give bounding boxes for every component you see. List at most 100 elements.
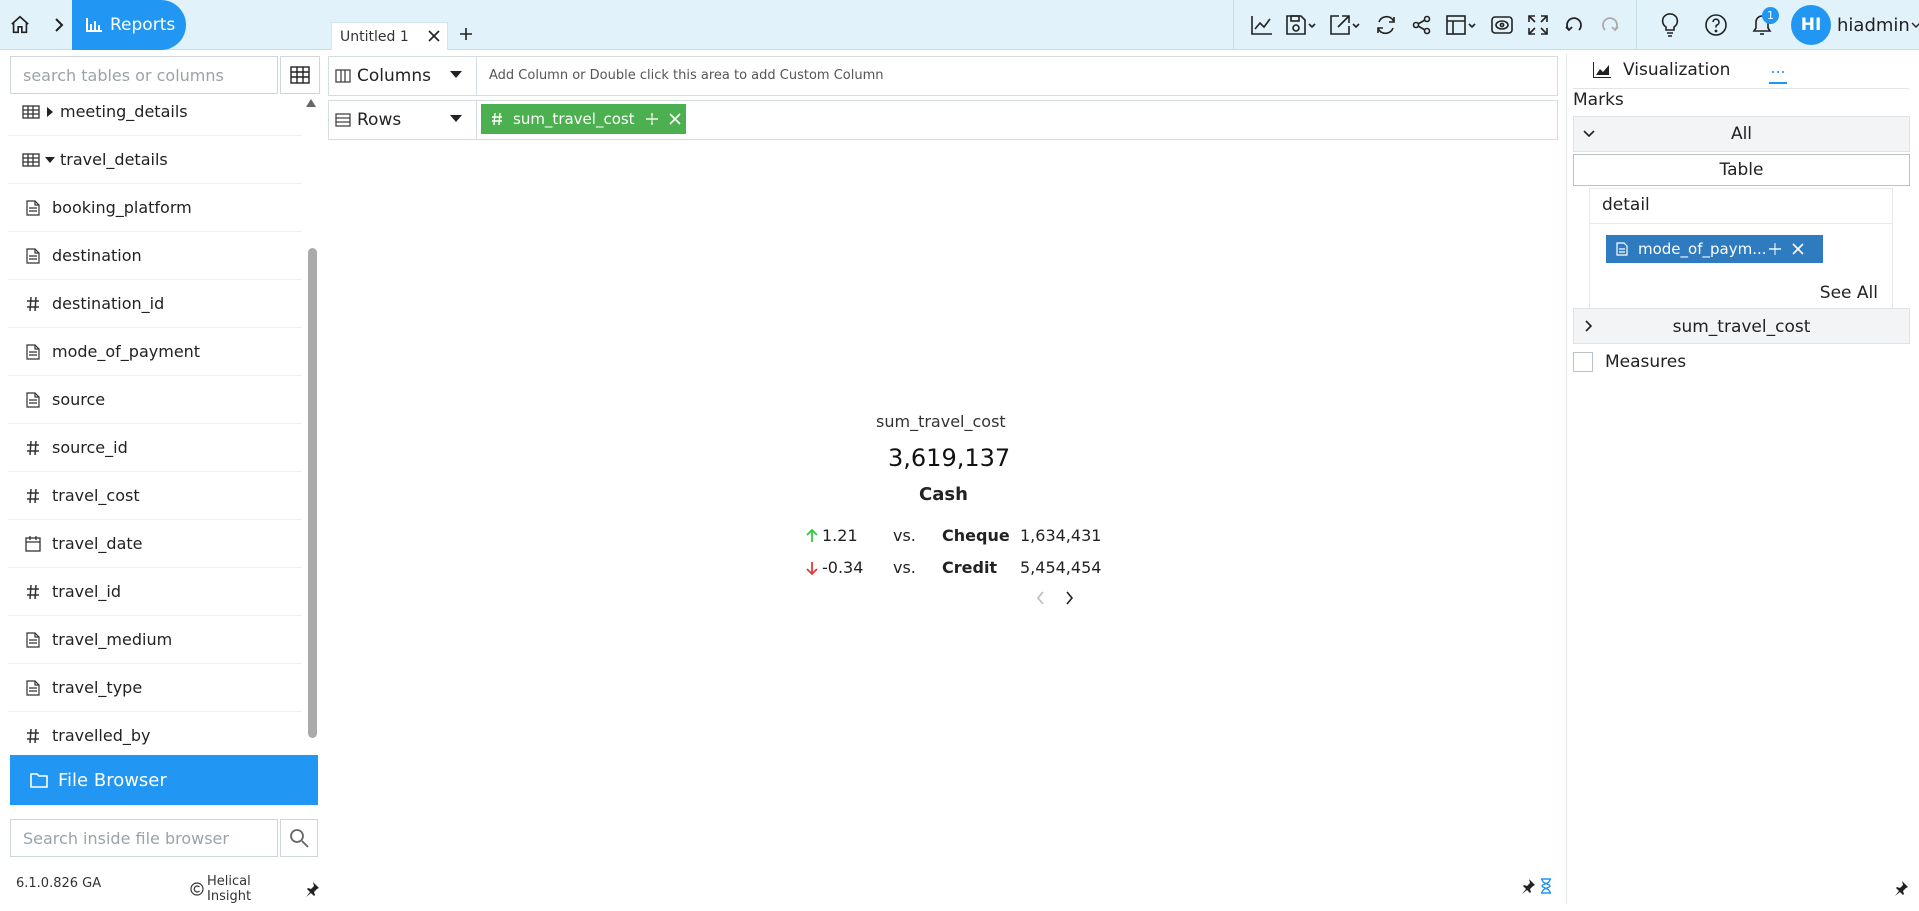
tab-title: Untitled 1 <box>340 28 409 45</box>
redo-icon[interactable] <box>1592 7 1628 43</box>
tree-item-mode-of-payment[interactable]: mode_of_payment <box>8 328 302 376</box>
tree-item-travel-medium[interactable]: travel_medium <box>8 616 302 664</box>
data-panel: meeting_details travel_details booking_pla… <box>8 56 320 904</box>
caret-right-icon[interactable] <box>44 106 56 117</box>
add-tab-icon[interactable] <box>456 22 476 46</box>
tree-item-travel-cost[interactable]: travel_cost <box>8 472 302 520</box>
tab-untitled-1[interactable]: Untitled 1 <box>331 22 448 50</box>
reports-label: Reports <box>110 15 176 35</box>
caret-down-icon[interactable] <box>450 71 462 79</box>
comparison-value: 1,634,431 <box>1020 526 1102 545</box>
top-bar: Reports Untitled 1 1 HI hiadmin <box>0 0 1919 50</box>
tab-visualization[interactable]: Visualization <box>1593 60 1730 80</box>
tree-item-label: travelled_by <box>52 726 151 745</box>
detail-divider <box>1590 223 1892 224</box>
export-icon[interactable] <box>1324 7 1368 43</box>
reports-breadcrumb[interactable]: Reports <box>72 0 186 50</box>
mark-type-select[interactable]: Table <box>1573 154 1910 186</box>
table-icon <box>20 152 42 167</box>
tree-item-travel-date[interactable]: travel_date <box>8 520 302 568</box>
user-menu[interactable]: hiadmin <box>1837 15 1919 36</box>
layout-icon[interactable] <box>1440 7 1484 43</box>
scrollbar-thumb[interactable] <box>308 248 317 738</box>
area-chart-icon <box>1593 62 1611 78</box>
marks-all-section[interactable]: All <box>1573 116 1910 152</box>
tree-item-source[interactable]: source <box>8 376 302 424</box>
avatar[interactable]: HI <box>1791 5 1831 45</box>
see-all-link[interactable]: See All <box>1820 283 1878 303</box>
version-label: 6.1.0.826 GA <box>16 876 102 891</box>
lightbulb-icon[interactable] <box>1647 5 1693 45</box>
visualization-panel: Visualization ... Marks All Table detail… <box>1566 54 1916 904</box>
comparison-row: -0.34 vs. Credit 5,454,454 <box>805 558 1101 580</box>
breadcrumb-chevron-icon <box>44 3 74 47</box>
pin-icon[interactable] <box>304 881 320 897</box>
pin-icon[interactable] <box>1893 880 1909 896</box>
comparison-vs: vs. <box>893 526 916 545</box>
marks-sum-travel-cost-section[interactable]: sum_travel_cost <box>1573 308 1910 344</box>
caret-down-icon[interactable] <box>44 156 56 164</box>
tree-item-travel-id[interactable]: travel_id <box>8 568 302 616</box>
divide-icon[interactable] <box>645 112 659 126</box>
home-icon[interactable] <box>2 3 38 47</box>
text-icon <box>22 247 44 264</box>
hash-icon <box>22 296 44 312</box>
chevron-left-icon[interactable] <box>1035 590 1047 606</box>
file-browser-label: File Browser <box>58 769 167 791</box>
pin-icon[interactable] <box>1520 878 1536 894</box>
marks-all-label: All <box>1730 124 1753 144</box>
visualization-label: Visualization <box>1623 60 1731 80</box>
tree-item-label: travel_date <box>52 534 143 553</box>
tree-item-source-id[interactable]: source_id <box>8 424 302 472</box>
tree-item-travelled-by[interactable]: travelled_by <box>8 712 302 760</box>
canvas-footer-icons <box>1520 878 1552 894</box>
tree-item-meeting-details[interactable]: meeting_details <box>8 94 302 136</box>
search-tables-input[interactable] <box>10 56 278 94</box>
detail-card[interactable]: detail mode_of_paym... See All <box>1589 188 1893 326</box>
measures-checkbox[interactable] <box>1573 352 1593 372</box>
text-icon <box>22 391 44 408</box>
chart-icon[interactable] <box>1244 7 1280 43</box>
detail-field-pill[interactable]: mode_of_paym... <box>1606 235 1823 263</box>
row-field-pill[interactable]: sum_travel_cost <box>481 104 686 134</box>
tab-more[interactable]: ... <box>1769 58 1787 84</box>
tree-item-travel-details[interactable]: travel_details <box>8 136 302 184</box>
file-browser-button[interactable]: File Browser <box>10 755 318 805</box>
columns-icon <box>335 69 351 83</box>
kpi-label: sum_travel_cost <box>876 412 1006 431</box>
close-icon[interactable] <box>669 113 681 125</box>
preview-icon[interactable] <box>1484 7 1520 43</box>
columns-shelf[interactable]: Columns Add Column or Double click this … <box>328 56 1558 96</box>
tree-scrollbar[interactable] <box>304 98 318 808</box>
tree-item-destination[interactable]: destination <box>8 232 302 280</box>
folder-icon <box>30 772 48 788</box>
search-icon[interactable] <box>280 819 318 857</box>
tree-item-label: meeting_details <box>60 102 188 121</box>
tree-item-label: mode_of_payment <box>52 342 201 361</box>
kpi-pager <box>1035 590 1075 606</box>
measures-toggle[interactable]: Measures <box>1573 352 1686 372</box>
close-icon[interactable] <box>1792 243 1804 255</box>
table-tree: meeting_details travel_details booking_pla… <box>8 94 302 808</box>
tree-item-destination-id[interactable]: destination_id <box>8 280 302 328</box>
tree-item-label: travel_medium <box>52 630 173 649</box>
rows-shelf[interactable]: Rows sum_travel_cost <box>328 100 1558 140</box>
comparison-delta: -0.34 <box>822 558 864 577</box>
tree-item-label: travel_details <box>60 150 168 169</box>
table-grid-icon[interactable] <box>280 56 320 94</box>
caret-down-icon[interactable] <box>450 115 462 123</box>
refresh-icon[interactable] <box>1368 7 1404 43</box>
share-icon[interactable] <box>1404 7 1440 43</box>
help-icon[interactable] <box>1693 5 1739 45</box>
tree-item-travel-type[interactable]: travel_type <box>8 664 302 712</box>
file-browser-search-input[interactable] <box>10 819 278 857</box>
notifications-icon[interactable]: 1 <box>1739 5 1785 45</box>
fullscreen-icon[interactable] <box>1520 7 1556 43</box>
divide-icon[interactable] <box>1768 242 1782 256</box>
arrow-down-icon <box>805 561 819 575</box>
undo-icon[interactable] <box>1556 7 1592 43</box>
close-icon[interactable] <box>427 29 441 43</box>
chevron-right-icon[interactable] <box>1063 590 1075 606</box>
save-icon[interactable] <box>1280 7 1324 43</box>
tree-item-booking-platform[interactable]: booking_platform <box>8 184 302 232</box>
